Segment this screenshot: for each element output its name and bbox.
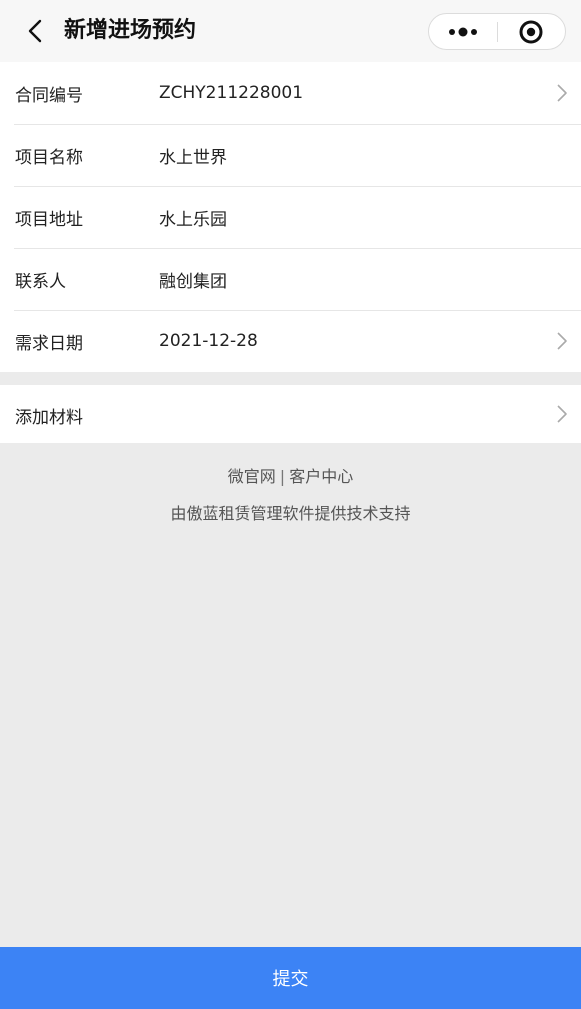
page-title: 新增进场预约 [64, 18, 197, 43]
customer-center-link[interactable]: 客户中心 [289, 467, 353, 486]
project-address-label: 项目地址 [15, 209, 83, 230]
micro-site-link[interactable]: 微官网 [228, 467, 276, 486]
navbar: 新增进场预约 [0, 0, 581, 62]
chevron-left-icon [28, 19, 42, 43]
close-button[interactable] [498, 14, 566, 49]
back-button[interactable] [20, 14, 50, 48]
appointment-form: 合同编号 ZCHY211228001 项目名称 水上世界 项目地址 水上乐园 联… [0, 62, 581, 372]
add-materials-row[interactable]: 添加材料 [0, 385, 581, 443]
chevron-right-icon [557, 332, 567, 350]
record-circle-icon [519, 20, 543, 43]
submit-button[interactable]: 提交 [0, 947, 581, 1009]
project-name-value: 水上世界 [159, 147, 227, 168]
required-date-row[interactable]: 需求日期 2021-12-28 [0, 310, 581, 372]
chevron-right-icon [557, 84, 567, 102]
footer-separator: | [279, 467, 286, 486]
section-gap [0, 372, 581, 385]
required-date-label: 需求日期 [15, 333, 83, 354]
tech-support-text: 由傲蓝租赁管理软件提供技术支持 [170, 504, 411, 523]
contract-number-label: 合同编号 [15, 85, 83, 106]
more-dots-icon [448, 27, 477, 36]
footer-links: 微官网 | 客户中心 [0, 462, 581, 492]
footer: 微官网 | 客户中心 由傲蓝租赁管理软件提供技术支持 [0, 462, 581, 529]
required-date-value: 2021-12-28 [159, 331, 258, 351]
more-button[interactable] [429, 14, 497, 49]
contact-row: 联系人 融创集团 [0, 248, 581, 310]
project-address-row: 项目地址 水上乐园 [0, 186, 581, 248]
add-materials-label: 添加材料 [15, 408, 83, 428]
chevron-right-icon [557, 405, 567, 423]
project-name-row: 项目名称 水上世界 [0, 124, 581, 186]
contract-number-value: ZCHY211228001 [159, 83, 304, 103]
project-address-value: 水上乐园 [159, 209, 227, 230]
contract-number-row[interactable]: 合同编号 ZCHY211228001 [0, 62, 581, 124]
project-name-label: 项目名称 [15, 147, 83, 168]
mini-program-capsule [428, 13, 566, 50]
contact-value: 融创集团 [159, 271, 227, 292]
contact-label: 联系人 [15, 271, 66, 292]
